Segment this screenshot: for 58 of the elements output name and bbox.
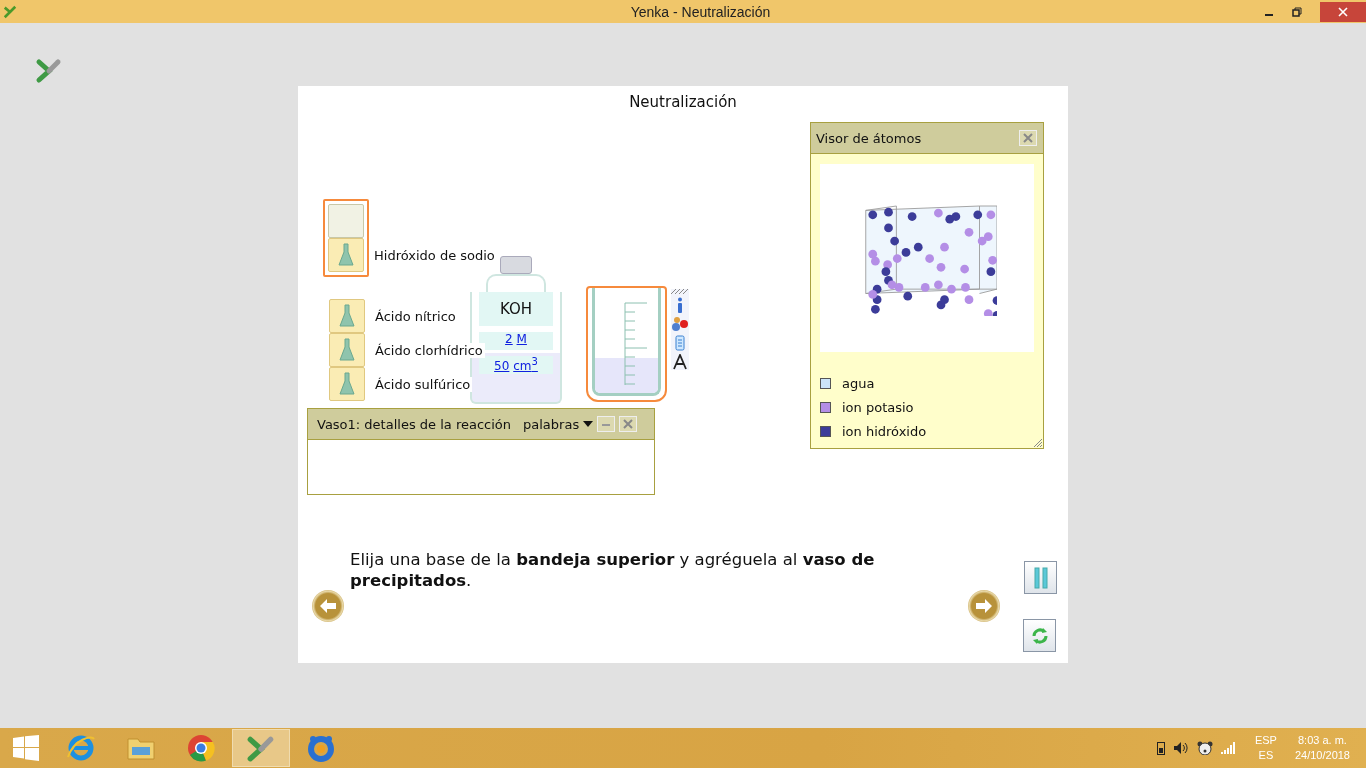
signal-icon[interactable]	[1220, 742, 1237, 754]
battery-icon[interactable]	[1156, 741, 1165, 755]
windows-logo-icon	[13, 735, 39, 761]
letter-e-icon	[66, 733, 96, 763]
empty-slot[interactable]	[328, 204, 364, 238]
minimize-button[interactable]	[597, 416, 616, 432]
panel-title: Visor de átomos	[816, 130, 922, 146]
flask-slot[interactable]	[328, 238, 364, 272]
chemical-label[interactable]: Ácido sulfúrico	[375, 376, 473, 392]
window-title: Yenka - Neutralización	[629, 3, 772, 20]
instruction-text: Elija una base de la bandeja superior y agréguela al vaso de precipitados.	[350, 549, 876, 591]
y-logo-icon	[35, 56, 63, 84]
chemical-label[interactable]: Hidróxido de sodio	[374, 247, 497, 263]
ring-icon	[306, 733, 336, 763]
volume-link[interactable]: 50	[494, 359, 510, 373]
back-button[interactable]	[312, 590, 344, 622]
right-arrow-icon	[976, 599, 992, 613]
flask-icon	[338, 243, 354, 267]
browser-icon	[186, 733, 216, 763]
bottle-formula: KOH	[479, 292, 553, 326]
legend-label: agua	[842, 375, 875, 391]
taskbar-app[interactable]	[232, 729, 290, 767]
flask-icon	[339, 304, 355, 328]
close-button[interactable]	[1320, 1, 1366, 22]
flask-slot[interactable]	[329, 333, 365, 367]
flask-icon	[339, 372, 355, 396]
legend-label: ion potasio	[842, 399, 914, 415]
flask-icon	[339, 338, 355, 362]
pause-button[interactable]	[1024, 561, 1057, 594]
legend-label: ion hidróxido	[842, 423, 927, 439]
molecule-icon[interactable]	[671, 316, 689, 332]
close-button[interactable]	[1019, 130, 1037, 146]
hatched-bar-icon	[671, 289, 689, 294]
bottle-cap	[500, 256, 532, 274]
close-button[interactable]	[619, 416, 638, 432]
page-title: Neutralización	[628, 93, 738, 111]
caret-icon	[583, 421, 594, 427]
flask-slot[interactable]	[329, 367, 365, 401]
close-icon	[1338, 6, 1348, 17]
refresh-button[interactable]	[1023, 619, 1056, 652]
panel-title: Vaso1: detalles de la reacción	[317, 416, 512, 432]
restore-icon[interactable]	[1292, 6, 1302, 17]
unit-link[interactable]: cm$^{3}$	[513, 359, 538, 373]
left-arrow-icon	[320, 599, 336, 613]
resize-grip-icon[interactable]	[1033, 438, 1042, 447]
chemical-label[interactable]: Ácido nítrico	[375, 308, 458, 324]
next-button[interactable]	[968, 590, 1000, 622]
mode-dropdown[interactable]: palabras	[523, 416, 594, 432]
speaker-icon[interactable]	[1172, 741, 1189, 755]
unit-link[interactable]: M	[516, 332, 527, 346]
bear-face-icon[interactable]	[1196, 741, 1213, 755]
flask-slot[interactable]	[329, 299, 365, 333]
text-icon[interactable]	[671, 354, 689, 370]
concentration-link[interactable]: 2	[505, 332, 513, 346]
pause-icon	[1033, 566, 1048, 589]
y-logo-icon	[3, 4, 17, 19]
chemical-label[interactable]: Ácido clorhídrico	[375, 342, 485, 358]
refresh-icon	[1030, 626, 1049, 645]
